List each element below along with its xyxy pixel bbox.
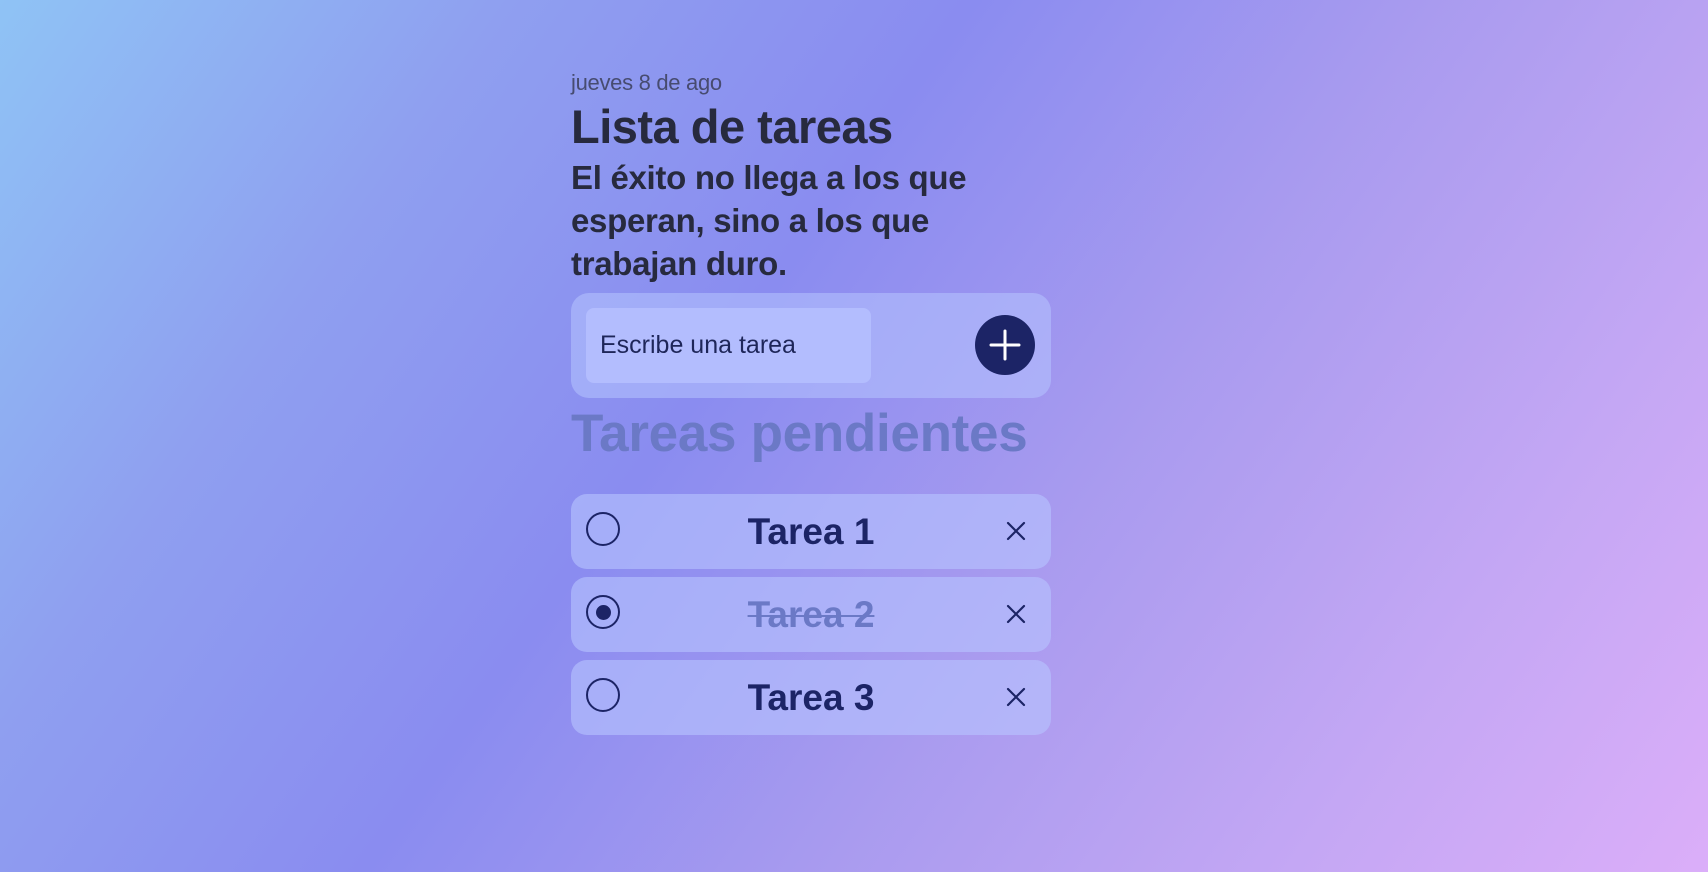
- close-icon: [1006, 521, 1026, 541]
- task-item[interactable]: Tarea 2: [571, 577, 1051, 652]
- task-complete-radio[interactable]: [586, 512, 620, 546]
- add-task-card: [571, 293, 1051, 398]
- delete-task-button[interactable]: [1004, 519, 1028, 543]
- add-task-button[interactable]: [975, 315, 1035, 375]
- task-list: Tarea 1 Tarea 2 Tarea 3: [571, 494, 1051, 735]
- task-label: Tarea 1: [747, 511, 875, 552]
- close-icon: [1006, 687, 1026, 707]
- delete-task-button[interactable]: [1004, 685, 1028, 709]
- task-input[interactable]: [586, 308, 871, 383]
- task-complete-radio[interactable]: [586, 678, 620, 712]
- pending-tasks-title: Tareas pendientes: [571, 404, 1028, 463]
- close-icon: [1006, 604, 1026, 624]
- current-date: jueves 8 de ago: [571, 70, 722, 95]
- task-label: Tarea 3: [747, 677, 875, 718]
- task-label: Tarea 2: [747, 594, 875, 635]
- task-item[interactable]: Tarea 3: [571, 660, 1051, 735]
- radio-checked-dot: [595, 604, 611, 620]
- motivational-quote: El éxito no llega a los que esperan, sin…: [571, 159, 967, 282]
- delete-task-button[interactable]: [1004, 602, 1028, 626]
- task-item[interactable]: Tarea 1: [571, 494, 1051, 569]
- plus-icon: [989, 329, 1021, 361]
- todo-app: jueves 8 de ago Lista de tareas El éxito…: [571, 68, 1051, 743]
- task-complete-radio[interactable]: [586, 595, 620, 629]
- page-title: Lista de tareas: [571, 100, 893, 153]
